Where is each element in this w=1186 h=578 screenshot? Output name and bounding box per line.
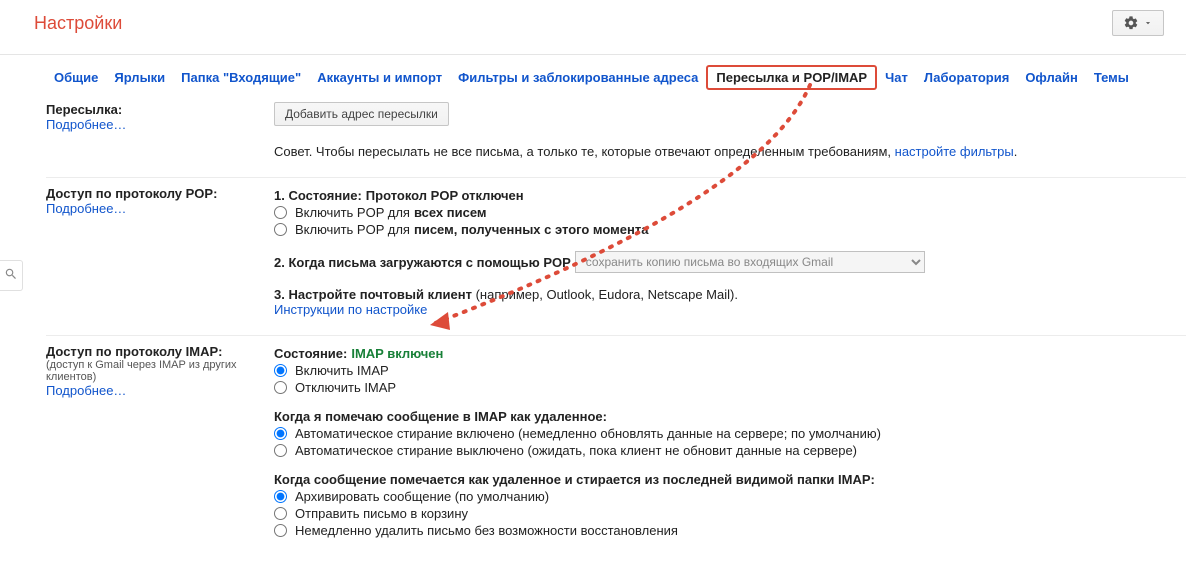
pop-learn-more-link[interactable]: Подробнее… (46, 201, 126, 216)
page-title: Настройки (34, 13, 122, 34)
imap-autoexpunge-on-option[interactable]: Автоматическое стирание включено (немедл… (274, 426, 1186, 441)
imap-autoexpunge-off-option[interactable]: Автоматическое стирание выключено (ожида… (274, 443, 1186, 458)
pop-enable-all-radio[interactable] (274, 206, 287, 219)
tab-2[interactable]: Папка "Входящие" (173, 66, 309, 89)
imap-status: Состояние: IMAP включен (274, 346, 1186, 361)
pop-enable-new-radio[interactable] (274, 223, 287, 236)
forwarding-label: Пересылка: (46, 102, 264, 117)
pop-enable-new-option[interactable]: Включить POP для писем, полученных с это… (274, 222, 1186, 237)
imap-disable-option[interactable]: Отключить IMAP (274, 380, 1186, 395)
settings-gear-button[interactable] (1112, 10, 1164, 36)
section-imap: Доступ по протоколу IMAP: (доступ к Gmai… (46, 335, 1186, 558)
pop-enable-all-option[interactable]: Включить POP для всех писем (274, 205, 1186, 220)
tab-8[interactable]: Офлайн (1017, 66, 1086, 89)
pop-label: Доступ по протоколу POP: (46, 186, 264, 201)
tab-1[interactable]: Ярлыки (106, 66, 173, 89)
section-forwarding: Пересылка: Подробнее… Добавить адрес пер… (46, 98, 1186, 177)
imap-expunge-trash-radio[interactable] (274, 507, 287, 520)
pop-instructions-link[interactable]: Инструкции по настройке (274, 302, 427, 317)
imap-expunge-trash-option[interactable]: Отправить письмо в корзину (274, 506, 1186, 521)
dropdown-caret-icon (1143, 18, 1153, 28)
tab-7[interactable]: Лаборатория (916, 66, 1017, 89)
page-header: Настройки (0, 0, 1186, 55)
imap-sublabel: (доступ к Gmail через IMAP из других кли… (46, 359, 264, 383)
forwarding-learn-more-link[interactable]: Подробнее… (46, 117, 126, 132)
tab-3[interactable]: Аккаунты и импорт (309, 66, 450, 89)
imap-disable-radio[interactable] (274, 381, 287, 394)
forwarding-tip: Совет. Чтобы пересылать не все письма, а… (274, 144, 1186, 159)
tab-0[interactable]: Общие (46, 66, 106, 89)
gear-icon (1123, 15, 1139, 31)
tab-4[interactable]: Фильтры и заблокированные адреса (450, 66, 706, 89)
imap-autoexpunge-off-radio[interactable] (274, 444, 287, 457)
imap-expunge-header: Когда сообщение помечается как удаленное… (274, 472, 1186, 487)
pop-when-downloaded-label: 2. Когда письма загружаются с помощью PO… (274, 255, 571, 270)
pop-configure-client: 3. Настройте почтовый клиент (например, … (274, 287, 1186, 302)
tab-9[interactable]: Темы (1086, 66, 1137, 89)
imap-expunge-archive-radio[interactable] (274, 490, 287, 503)
section-pop: Доступ по протоколу POP: Подробнее… 1. С… (46, 177, 1186, 335)
imap-expunge-archive-option[interactable]: Архивировать сообщение (по умолчанию) (274, 489, 1186, 504)
imap-delete-header: Когда я помечаю сообщение в IMAP как уда… (274, 409, 1186, 424)
pop-action-select[interactable]: сохранить копию письма во входящих Gmail (575, 251, 925, 273)
imap-enable-radio[interactable] (274, 364, 287, 377)
imap-learn-more-link[interactable]: Подробнее… (46, 383, 126, 398)
collapsed-side-panel[interactable] (0, 260, 23, 291)
imap-label: Доступ по протоколу IMAP: (46, 344, 264, 359)
pop-status: 1. Состояние: Протокол POP отключен (274, 188, 1186, 203)
settings-tabs: ОбщиеЯрлыкиПапка "Входящие"Аккаунты и им… (0, 55, 1186, 98)
imap-autoexpunge-on-radio[interactable] (274, 427, 287, 440)
tab-6[interactable]: Чат (877, 66, 916, 89)
imap-enable-option[interactable]: Включить IMAP (274, 363, 1186, 378)
tab-5[interactable]: Пересылка и POP/IMAP (706, 65, 877, 90)
search-icon (4, 267, 18, 281)
add-forwarding-address-button[interactable]: Добавить адрес пересылки (274, 102, 449, 126)
create-filter-link[interactable]: настройте фильтры (895, 144, 1014, 159)
